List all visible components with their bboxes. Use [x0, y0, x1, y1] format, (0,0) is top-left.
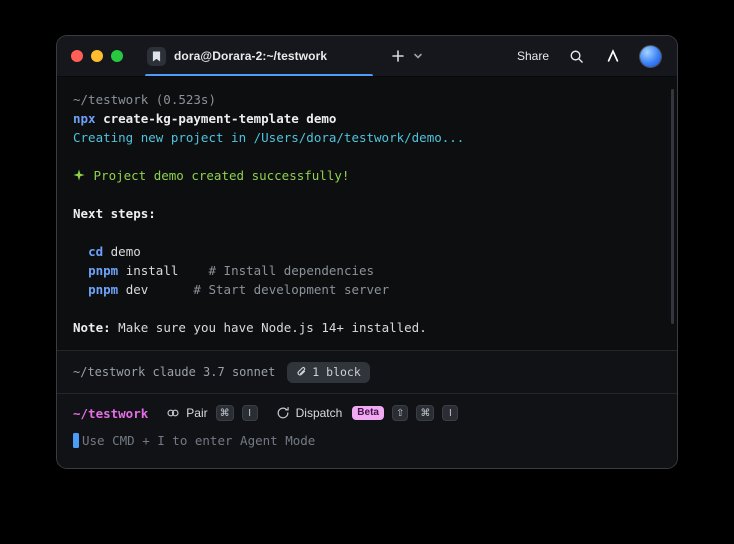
terminal-text-segment: Note:	[73, 320, 111, 335]
text-cursor	[73, 433, 79, 448]
status-bar: ~/testwork claude 3.7 sonnet 1 block	[57, 350, 677, 393]
terminal-line: pnpm install # Install dependencies	[73, 261, 661, 280]
terminal-window: dora@Dorara-2:~/testwork Share ~/testwor…	[57, 36, 677, 468]
tab-bookmark-icon	[147, 46, 166, 66]
terminal-text-segment: create-kg-payment-template demo	[95, 111, 337, 126]
close-window-button[interactable]	[71, 50, 83, 62]
sparkle-icon	[73, 168, 86, 183]
tab-title: dora@Dorara-2:~/testwork	[174, 49, 328, 63]
tab-list-chevron-icon[interactable]	[411, 49, 425, 63]
terminal-line: cd demo	[73, 242, 661, 261]
terminal-text-segment: ~/testwork (0.523s)	[73, 92, 216, 107]
pair-label: Pair	[186, 406, 208, 420]
window-controls	[71, 50, 123, 62]
terminal-text-segment: # Install dependencies	[178, 263, 375, 278]
pair-icon	[167, 409, 179, 417]
key-cmd: ⌘	[416, 405, 435, 421]
terminal-line: npx create-kg-payment-template demo	[73, 109, 661, 128]
command-input-area[interactable]: ~/testwork Pair ⌘ I Dispatch Beta ⇧ ⌘ I …	[57, 393, 677, 468]
pair-button[interactable]: Pair ⌘ I	[166, 405, 258, 421]
terminal-text-segment: install	[118, 263, 179, 278]
terminal-text-segment: demo	[103, 244, 141, 259]
terminal-text-segment: cd	[88, 244, 104, 259]
terminal-line: Creating new project in /Users/dora/test…	[73, 128, 661, 147]
terminal-tab[interactable]: dora@Dorara-2:~/testwork	[145, 36, 374, 76]
terminal-line: Next steps:	[73, 204, 661, 223]
terminal-text-segment: dev	[118, 282, 149, 297]
terminal-text-segment: Project demo created successfully!	[86, 168, 350, 183]
key-i: I	[442, 405, 459, 421]
terminal-text-segment: pnpm	[88, 282, 119, 297]
key-shift: ⇧	[391, 405, 409, 421]
prompt-path: ~/testwork	[73, 405, 149, 421]
search-icon[interactable]	[567, 47, 586, 66]
block-badge-label: 1 block	[312, 364, 361, 379]
terminal-line: Note: Make sure you have Node.js 14+ ins…	[73, 318, 661, 337]
terminal-text-segment: pnpm	[88, 263, 119, 278]
dispatch-button[interactable]: Dispatch Beta ⇧ ⌘ I	[276, 405, 459, 421]
share-button[interactable]: Share	[517, 49, 549, 63]
status-context: ~/testwork claude 3.7 sonnet	[73, 365, 276, 379]
scrollbar-thumb[interactable]	[671, 89, 674, 324]
paperclip-icon	[297, 366, 306, 375]
terminal-line: Project demo created successfully!	[73, 166, 661, 185]
terminal-text-segment: npx	[73, 111, 96, 126]
terminal-text-segment: # Start development server	[148, 282, 390, 297]
dispatch-icon	[277, 406, 289, 419]
app-logo-icon[interactable]	[604, 47, 622, 65]
new-tab-button[interactable]	[389, 47, 407, 65]
terminal-text-segment: Next steps:	[73, 206, 156, 221]
terminal-text-segment: Creating new project in /Users/dora/test…	[73, 130, 465, 145]
terminal-text-segment: Make sure you have Node.js 14+ installed…	[110, 320, 427, 335]
terminal-output: ~/testwork (0.523s) npx create-kg-payment…	[57, 77, 677, 350]
input-placeholder: Use CMD + I to enter Agent Mode	[82, 433, 316, 448]
key-i: I	[241, 405, 258, 421]
beta-badge: Beta	[352, 406, 384, 420]
avatar[interactable]	[640, 45, 661, 67]
input-toolbar: ~/testwork Pair ⌘ I Dispatch Beta ⇧ ⌘ I	[73, 405, 661, 421]
tab-bar-right: Share	[517, 45, 665, 67]
key-cmd: ⌘	[215, 405, 234, 421]
attached-blocks-badge[interactable]: 1 block	[287, 361, 370, 383]
tab-bar: dora@Dorara-2:~/testwork Share	[57, 36, 677, 77]
minimize-window-button[interactable]	[91, 50, 103, 62]
terminal-line: ~/testwork (0.523s)	[73, 90, 661, 109]
dispatch-label: Dispatch	[295, 406, 343, 420]
active-tab-indicator	[145, 73, 374, 76]
command-input-line[interactable]: Use CMD + I to enter Agent Mode	[73, 433, 661, 448]
terminal-line: pnpm dev # Start development server	[73, 280, 661, 299]
zoom-window-button[interactable]	[111, 50, 123, 62]
